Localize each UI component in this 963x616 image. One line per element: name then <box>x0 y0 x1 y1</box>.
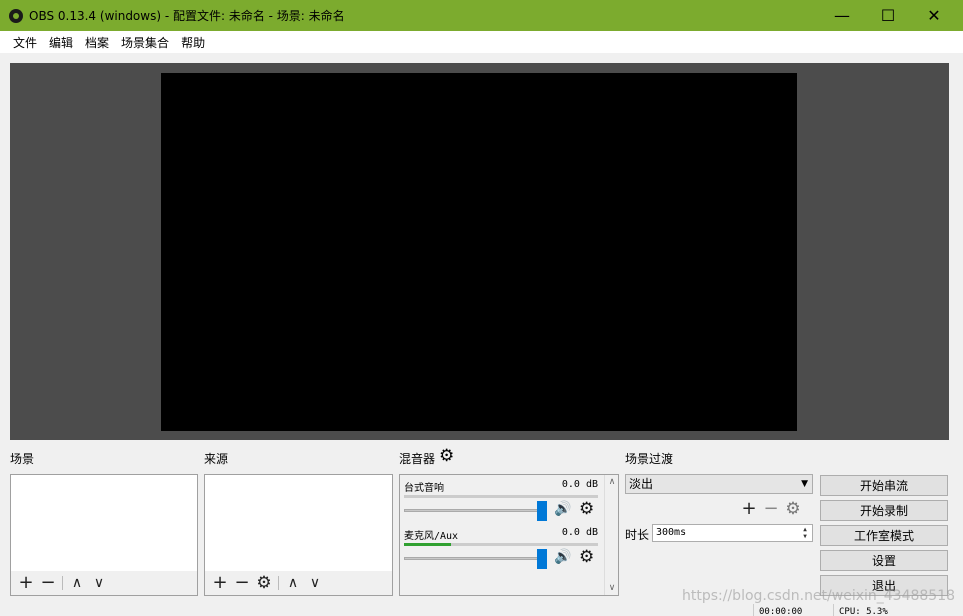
chevron-down-icon: ▼ <box>801 479 808 489</box>
transition-select-value: 淡出 <box>629 477 654 491</box>
status-bar: 00:00:00 CPU: 5.3% <box>0 604 963 616</box>
remove-transition-icon[interactable]: − <box>760 498 782 520</box>
menu-file[interactable]: 文件 <box>7 34 43 51</box>
mixer-track: 台式音响 0.0 dB 🔊 ⚙ <box>404 479 598 523</box>
track-name: 麦克风/Aux <box>404 531 459 542</box>
volume-slider-handle[interactable] <box>537 549 547 569</box>
scenes-list[interactable]: + − ∧ ∨ <box>10 474 198 596</box>
track-db: 0.0 dB <box>561 527 598 538</box>
mixer-track: 麦克风/Aux 0.0 dB 🔊 ⚙ <box>404 527 598 571</box>
transition-gear-icon[interactable]: ⚙ <box>782 498 804 520</box>
preview-area[interactable] <box>10 63 949 440</box>
remove-source-icon[interactable]: − <box>231 572 253 594</box>
speaker-icon[interactable]: 🔊 <box>554 549 571 565</box>
track-gear-icon[interactable]: ⚙ <box>579 499 594 519</box>
close-button[interactable]: ✕ <box>911 0 957 31</box>
track-name: 台式音响 <box>404 483 444 494</box>
sources-list[interactable]: + − ⚙ ∧ ∨ <box>204 474 393 596</box>
scroll-up-icon[interactable]: ∧ <box>606 477 618 487</box>
sources-title: 来源 <box>204 452 229 466</box>
toolbar-separator <box>62 576 63 590</box>
duration-value: 300ms <box>656 527 687 538</box>
move-scene-down-icon[interactable]: ∨ <box>88 572 110 594</box>
move-source-down-icon[interactable]: ∨ <box>304 572 326 594</box>
volume-slider[interactable] <box>404 557 544 560</box>
move-source-up-icon[interactable]: ∧ <box>282 572 304 594</box>
studio-mode-button[interactable]: 工作室模式 <box>820 525 948 546</box>
transition-select[interactable]: 淡出 ▼ <box>625 474 813 494</box>
scenes-toolbar: + − ∧ ∨ <box>11 571 197 595</box>
volume-meter <box>404 495 598 498</box>
mixer-scrollbar[interactable]: ∧ ∨ <box>604 475 618 595</box>
status-cpu: CPU: 5.3% <box>833 604 963 616</box>
remove-scene-icon[interactable]: − <box>37 572 59 594</box>
menu-profile[interactable]: 档案 <box>79 34 115 51</box>
volume-meter <box>404 543 598 546</box>
add-source-icon[interactable]: + <box>209 572 231 594</box>
spin-arrows-icon[interactable]: ▲ ▼ <box>799 526 811 540</box>
duration-input[interactable]: 300ms ▲ ▼ <box>652 524 813 542</box>
scenes-title: 场景 <box>10 452 35 466</box>
menu-bar: 文件 编辑 档案 场景集合 帮助 <box>0 31 963 53</box>
mixer-title: 混音器 <box>399 452 436 466</box>
menu-scene-collection[interactable]: 场景集合 <box>115 34 175 51</box>
volume-slider-handle[interactable] <box>537 501 547 521</box>
toolbar-separator <box>278 576 279 590</box>
start-recording-button[interactable]: 开始录制 <box>820 500 948 521</box>
scroll-down-icon[interactable]: ∨ <box>606 583 618 593</box>
speaker-icon[interactable]: 🔊 <box>554 501 571 517</box>
source-properties-gear-icon[interactable]: ⚙ <box>253 572 275 594</box>
mixer-gear-icon[interactable]: ⚙ <box>439 446 454 466</box>
transitions-title: 场景过渡 <box>625 452 674 466</box>
track-gear-icon[interactable]: ⚙ <box>579 547 594 567</box>
window-title: OBS 0.13.4 (windows) - 配置文件: 未命名 - 场景: 未… <box>29 9 345 23</box>
start-streaming-button[interactable]: 开始串流 <box>820 475 948 496</box>
mixer-panel: 台式音响 0.0 dB 🔊 ⚙ 麦克风/Aux 0.0 dB 🔊 ⚙ ∧ ∨ <box>399 474 619 596</box>
settings-button[interactable]: 设置 <box>820 550 948 571</box>
menu-edit[interactable]: 编辑 <box>43 34 79 51</box>
preview-canvas[interactable] <box>161 73 797 431</box>
obs-logo-icon <box>9 8 23 23</box>
menu-help[interactable]: 帮助 <box>175 34 211 51</box>
move-scene-up-icon[interactable]: ∧ <box>66 572 88 594</box>
volume-meter-fill <box>404 543 451 546</box>
sources-toolbar: + − ⚙ ∧ ∨ <box>205 571 392 595</box>
transition-toolbar: + − ⚙ <box>738 498 804 520</box>
maximize-button[interactable]: ☐ <box>865 0 911 31</box>
minimize-button[interactable]: — <box>819 0 865 31</box>
track-db: 0.0 dB <box>561 479 598 490</box>
add-scene-icon[interactable]: + <box>15 572 37 594</box>
title-bar: OBS 0.13.4 (windows) - 配置文件: 未命名 - 场景: 未… <box>0 0 963 31</box>
volume-slider[interactable] <box>404 509 544 512</box>
watermark-text: https://blog.csdn.net/weixin_43488518 <box>682 588 956 604</box>
status-time: 00:00:00 <box>753 604 831 616</box>
duration-label: 时长 <box>625 528 650 542</box>
add-transition-icon[interactable]: + <box>738 498 760 520</box>
